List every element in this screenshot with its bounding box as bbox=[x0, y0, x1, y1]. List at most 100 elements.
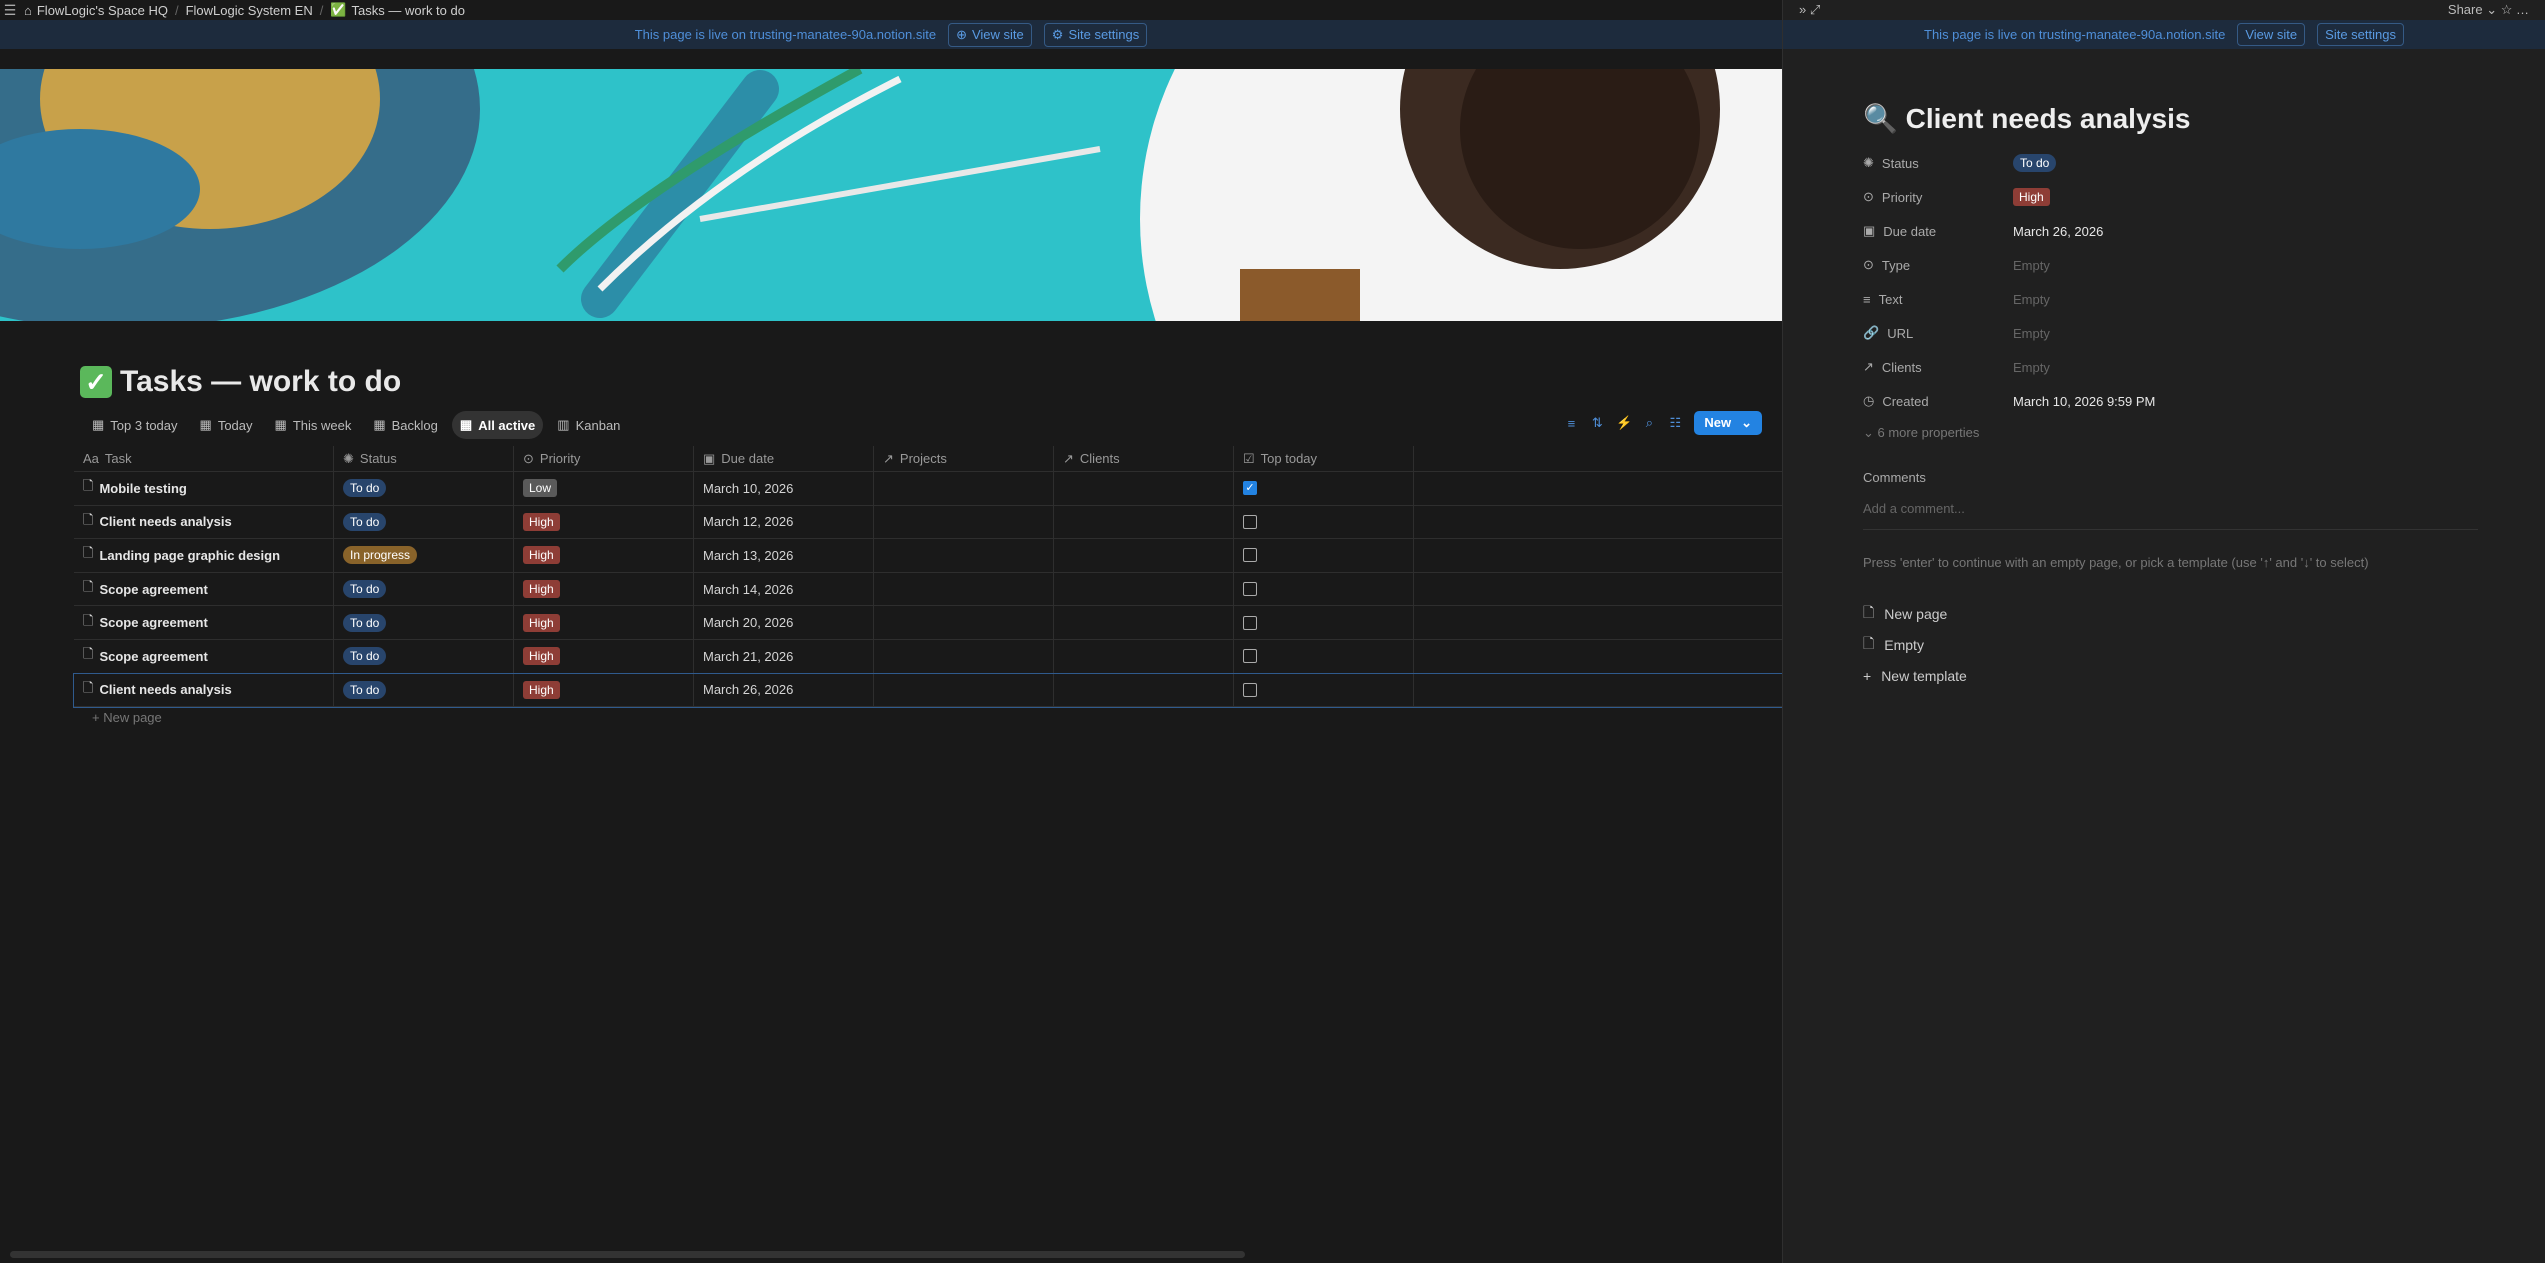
page-icon: 🗋 bbox=[83, 544, 93, 566]
side-peek: » ⤢ Share ⌄ ☆ … This page is live on trus… bbox=[1782, 0, 2545, 1263]
tab-this-week[interactable]: ▦This week bbox=[267, 411, 360, 439]
template-empty[interactable]: 🗋Empty bbox=[1863, 629, 1967, 660]
breadcrumb-item[interactable]: ⌂FlowLogic's Space HQ bbox=[20, 3, 172, 18]
relation-icon: ↗ bbox=[1063, 451, 1074, 467]
status-icon: ✺ bbox=[343, 451, 354, 467]
table-row[interactable]: 🗋Scope agreement To do High March 14, 20… bbox=[74, 573, 1782, 607]
plus-icon: + bbox=[1863, 668, 1871, 684]
more-properties[interactable]: ⌄ 6 more properties bbox=[1863, 425, 1979, 441]
checkbox[interactable] bbox=[1243, 616, 1257, 630]
property-row[interactable]: ⊙TypeEmpty bbox=[1863, 248, 2155, 282]
property-row[interactable]: ↗ClientsEmpty bbox=[1863, 350, 2155, 384]
property-row[interactable]: 🔗URLEmpty bbox=[1863, 316, 2155, 350]
template-hint: Press 'enter' to continue with an empty … bbox=[1863, 555, 2369, 570]
page-icon: 🗋 bbox=[83, 645, 93, 667]
menu-icon[interactable]: ☰ bbox=[0, 0, 20, 20]
page-icon: 🗋 bbox=[83, 679, 93, 701]
property-row[interactable]: ✺StatusTo do bbox=[1863, 146, 2155, 180]
checkbox[interactable] bbox=[1243, 649, 1257, 663]
header-projects[interactable]: ↗Projects bbox=[874, 446, 1054, 471]
property-row[interactable]: ◷CreatedMarch 10, 2026 9:59 PM bbox=[1863, 384, 2155, 418]
check-icon: ✅ bbox=[330, 2, 346, 18]
table-row[interactable]: 🗋Scope agreement To do High March 21, 20… bbox=[74, 640, 1782, 674]
live-banner: This page is live on trusting-manatee-90… bbox=[0, 20, 1782, 49]
share-button[interactable]: Share ⌄ ☆ … bbox=[2448, 2, 2529, 18]
header-priority[interactable]: ⊙Priority bbox=[514, 446, 694, 471]
table-row[interactable]: 🗋Landing page graphic design In progress… bbox=[74, 539, 1782, 573]
breadcrumb-item[interactable]: FlowLogic System EN bbox=[182, 3, 317, 18]
header-task[interactable]: AaTask bbox=[74, 446, 334, 471]
view-tabs: ▦Top 3 today ▦Today ▦This week ▦Backlog … bbox=[84, 411, 628, 439]
tab-kanban[interactable]: ▥Kanban bbox=[549, 411, 628, 439]
property-icon: ↗ bbox=[1863, 359, 1874, 375]
relation-icon: ↗ bbox=[883, 451, 894, 467]
home-icon: ⌂ bbox=[24, 3, 32, 18]
gear-icon: ⚙ bbox=[1052, 27, 1064, 43]
tab-all-active[interactable]: ▦All active bbox=[452, 411, 543, 439]
site-settings-button[interactable]: ⚙Site settings bbox=[1044, 23, 1147, 47]
checkbox-icon: ☑ bbox=[1243, 451, 1255, 467]
property-row[interactable]: ⊙PriorityHigh bbox=[1863, 180, 2155, 214]
board-icon: ▥ bbox=[557, 417, 569, 433]
page-icon: 🗋 bbox=[83, 511, 93, 533]
priority-icon: ⊙ bbox=[523, 451, 534, 467]
calendar-icon: ▣ bbox=[703, 451, 715, 467]
tab-today[interactable]: ▦Today bbox=[192, 411, 261, 439]
add-comment[interactable]: Add a comment... bbox=[1863, 501, 1965, 516]
side-page-title: 🔍 Client needs analysis bbox=[1863, 102, 2190, 135]
globe-icon: ⊕ bbox=[956, 27, 967, 43]
collapse-icon[interactable]: » ⤢ bbox=[1799, 2, 1820, 18]
checkbox[interactable] bbox=[1243, 548, 1257, 562]
divider bbox=[1863, 529, 2478, 530]
header-due[interactable]: ▣Due date bbox=[694, 446, 874, 471]
text-icon: Aa bbox=[83, 451, 99, 466]
property-icon: ▣ bbox=[1863, 223, 1875, 239]
tab-top3[interactable]: ▦Top 3 today bbox=[84, 411, 186, 439]
header-clients[interactable]: ↗Clients bbox=[1054, 446, 1234, 471]
horizontal-scrollbar[interactable] bbox=[10, 1251, 1245, 1258]
cover-photo bbox=[0, 69, 1782, 321]
checkbox[interactable] bbox=[1243, 582, 1257, 596]
view-toolbar: ≡ ⇅ ⚡ ⌕ ☷ New⌄ bbox=[1564, 411, 1762, 435]
new-button[interactable]: New⌄ bbox=[1694, 411, 1762, 435]
automation-icon[interactable]: ⚡ bbox=[1616, 415, 1630, 431]
property-icon: ◷ bbox=[1863, 393, 1874, 409]
property-row[interactable]: ≡TextEmpty bbox=[1863, 282, 2155, 316]
header-top-today[interactable]: ☑Top today bbox=[1234, 446, 1414, 471]
side-view-site-button[interactable]: View site bbox=[2237, 23, 2305, 46]
property-icon: ⊙ bbox=[1863, 257, 1874, 273]
page-title: ✓Tasks — work to do bbox=[80, 365, 401, 399]
page-icon: 🗋 bbox=[83, 477, 93, 499]
property-icon: ≡ bbox=[1863, 292, 1871, 307]
sort-icon[interactable]: ⇅ bbox=[1590, 415, 1604, 431]
table-row[interactable]: 🗋Client needs analysis To do High March … bbox=[74, 674, 1782, 708]
template-new-template[interactable]: +New template bbox=[1863, 660, 1967, 691]
template-new-page[interactable]: 🗋New page bbox=[1863, 598, 1967, 629]
table-row[interactable]: 🗋Client needs analysis To do High March … bbox=[74, 506, 1782, 540]
property-icon: ⊙ bbox=[1863, 189, 1874, 205]
new-page-row[interactable]: + New page bbox=[92, 710, 162, 725]
settings-icon[interactable]: ☷ bbox=[1668, 415, 1682, 431]
cover-image bbox=[0, 69, 1782, 321]
table-row[interactable]: 🗋Mobile testing To do Low March 10, 2026… bbox=[74, 472, 1782, 506]
filter-icon[interactable]: ≡ bbox=[1564, 416, 1578, 431]
search-icon[interactable]: ⌕ bbox=[1642, 415, 1656, 431]
checkbox[interactable] bbox=[1243, 515, 1257, 529]
tab-backlog[interactable]: ▦Backlog bbox=[365, 411, 446, 439]
page-icon: 🗋 bbox=[83, 612, 93, 634]
checkbox[interactable]: ✓ bbox=[1243, 481, 1257, 495]
property-row[interactable]: ▣Due dateMarch 26, 2026 bbox=[1863, 214, 2155, 248]
table-header: AaTask ✺Status ⊙Priority ▣Due date ↗Proj… bbox=[74, 446, 1782, 472]
check-icon: ✓ bbox=[80, 366, 112, 398]
side-live-banner: This page is live on trusting-manatee-90… bbox=[1783, 20, 2545, 49]
breadcrumb-item[interactable]: ✅Tasks — work to do bbox=[326, 2, 469, 18]
header-status[interactable]: ✺Status bbox=[334, 446, 514, 471]
tasks-table: AaTask ✺Status ⊙Priority ▣Due date ↗Proj… bbox=[74, 446, 1782, 707]
table-icon: ▦ bbox=[200, 417, 212, 433]
checkbox[interactable] bbox=[1243, 683, 1257, 697]
page-icon: 🗋 bbox=[1863, 602, 1874, 626]
table-row[interactable]: 🗋Scope agreement To do High March 20, 20… bbox=[74, 606, 1782, 640]
top-bar: ☰ ⌂FlowLogic's Space HQ/ FlowLogic Syste… bbox=[0, 0, 1782, 20]
view-site-button[interactable]: ⊕View site bbox=[948, 23, 1032, 47]
side-site-settings-button[interactable]: Site settings bbox=[2317, 23, 2404, 46]
